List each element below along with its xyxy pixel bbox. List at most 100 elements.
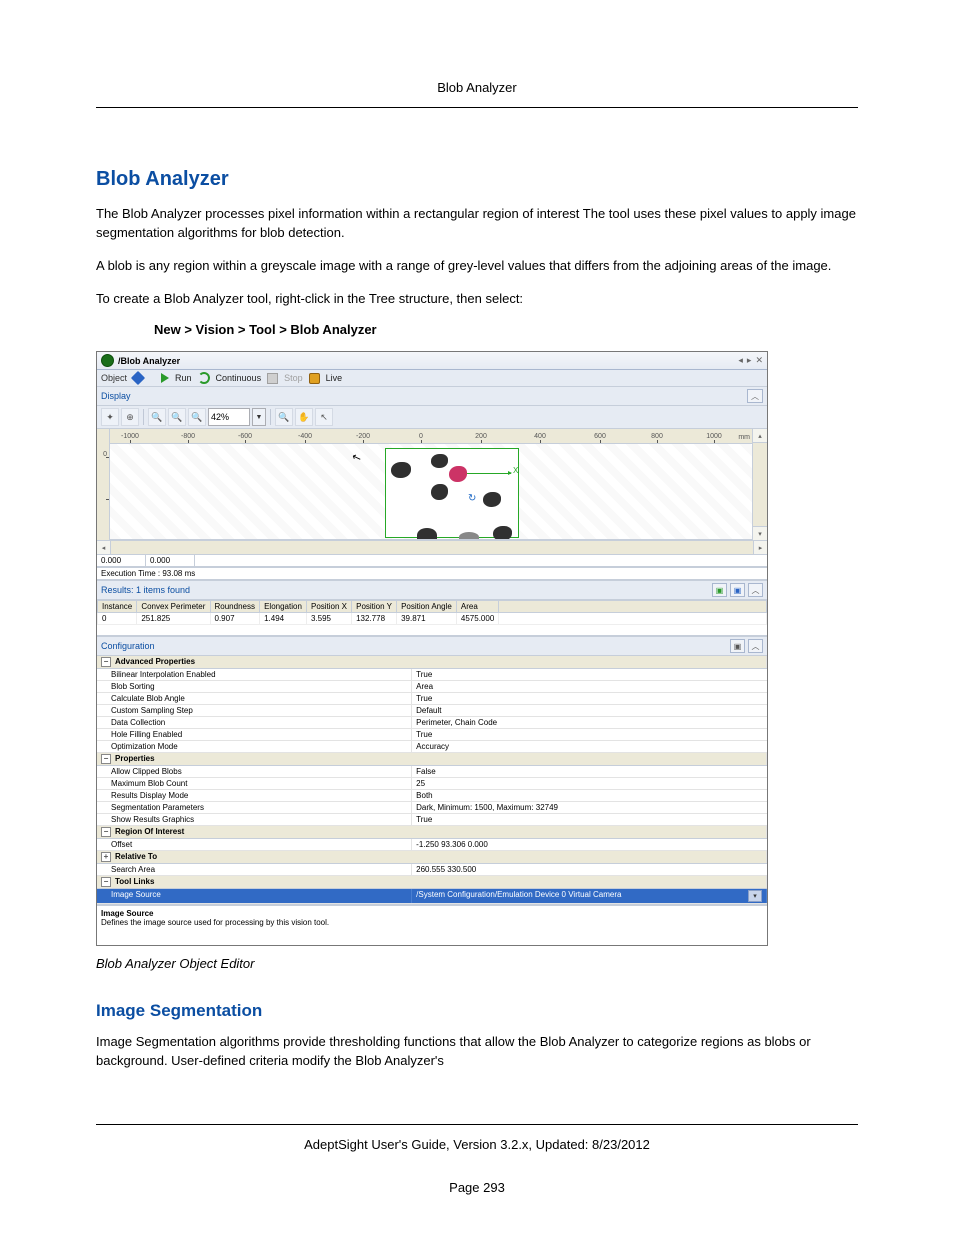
vertical-scrollbar[interactable]: ▴ ▾ — [752, 429, 767, 540]
property-row[interactable]: Custom Sampling StepDefault — [97, 705, 767, 717]
property-row[interactable]: Blob SortingArea — [97, 681, 767, 693]
category-row[interactable]: −Region Of Interest — [97, 826, 767, 839]
zoom-fit-icon[interactable]: 🔍 — [275, 408, 293, 426]
ruler-tick-label: 0 — [419, 433, 423, 440]
category-row[interactable]: −Advanced Properties — [97, 656, 767, 669]
object-label: Object — [101, 373, 127, 383]
heading-blob-analyzer: Blob Analyzer — [96, 168, 858, 191]
dropdown-icon[interactable]: ▾ — [748, 890, 762, 902]
zoom-dropdown-icon[interactable]: ▼ — [252, 408, 266, 426]
refresh-icon[interactable] — [198, 372, 210, 384]
scroll-right-icon[interactable]: ▸ — [753, 541, 767, 554]
stop-icon[interactable] — [267, 373, 278, 384]
ruler-vertical: 0 — [97, 429, 110, 540]
collapse-icon[interactable]: − — [101, 657, 111, 667]
collapse-icon[interactable]: − — [101, 827, 111, 837]
property-row[interactable]: Allow Clipped BlobsFalse — [97, 766, 767, 778]
column-header[interactable]: Position Angle — [397, 601, 457, 613]
image-viewport[interactable]: ↖ X ↻ — [110, 444, 752, 540]
image-region: X ↻ — [385, 448, 519, 538]
cursor-icon: ↖ — [350, 450, 363, 465]
category-row[interactable]: −Tool Links — [97, 876, 767, 889]
ruler-tick-label: 200 — [475, 433, 487, 440]
property-row[interactable]: Offset-1.250 93.306 0.000 — [97, 839, 767, 851]
continuous-button[interactable]: Continuous — [216, 373, 262, 383]
property-row[interactable]: Segmentation ParametersDark, Minimum: 15… — [97, 802, 767, 814]
close-icon[interactable]: ✕ — [755, 355, 763, 366]
results-section-header[interactable]: Results: 1 items found ▣ ▣ ︿ — [97, 580, 767, 600]
property-row[interactable]: Maximum Blob Count25 — [97, 778, 767, 790]
results-row[interactable]: 0 251.825 0.907 1.494 3.595 132.778 39.8… — [98, 613, 767, 625]
tool-button[interactable]: ⊕ — [121, 408, 139, 426]
chevron-up-icon[interactable]: ︿ — [748, 639, 763, 653]
zoom-input[interactable]: 42% — [208, 408, 250, 426]
stop-button[interactable]: Stop — [284, 373, 303, 383]
cell: 1.494 — [260, 613, 307, 625]
live-button[interactable]: Live — [326, 373, 343, 383]
segmentation-paragraph: Image Segmentation algorithms provide th… — [96, 1033, 858, 1071]
property-row-selected[interactable]: Image Source /System Configuration/Emula… — [97, 889, 767, 904]
status-bar: 0.000 0.000 — [97, 555, 767, 568]
scroll-down-icon[interactable]: ▾ — [753, 526, 767, 540]
collapse-icon[interactable]: − — [101, 877, 111, 887]
scroll-left-icon[interactable]: ◂ — [97, 541, 111, 554]
intro-paragraph-2: A blob is any region within a greyscale … — [96, 257, 858, 276]
column-header[interactable]: Roundness — [210, 601, 260, 613]
tool-button[interactable]: ✦ — [101, 408, 119, 426]
object-icon[interactable] — [131, 371, 145, 385]
intro-paragraph-1: The Blob Analyzer processes pixel inform… — [96, 205, 858, 243]
app-icon — [101, 354, 114, 367]
zoom-out-icon[interactable]: 🔍 — [168, 408, 186, 426]
column-header[interactable]: Elongation — [260, 601, 307, 613]
collapse-icon[interactable]: − — [101, 754, 111, 764]
hand-icon[interactable]: ✋ — [295, 408, 313, 426]
configuration-label: Configuration — [101, 641, 155, 651]
column-header[interactable]: Instance — [98, 601, 137, 613]
window-title: /Blob Analyzer — [118, 356, 180, 366]
category-row[interactable]: −Properties — [97, 753, 767, 766]
footer-page-number: Page 293 — [96, 1180, 858, 1195]
ruler-tick-label: -200 — [356, 433, 370, 440]
play-icon[interactable] — [161, 373, 169, 383]
property-row[interactable]: Calculate Blob AngleTrue — [97, 693, 767, 705]
results-icon[interactable]: ▣ — [712, 583, 727, 597]
column-header[interactable]: Position Y — [352, 601, 397, 613]
column-header[interactable]: Position X — [306, 601, 351, 613]
zoom-icon[interactable]: 🔍 — [188, 408, 206, 426]
results-header-row: Instance Convex Perimeter Roundness Elon… — [98, 601, 767, 613]
config-icon[interactable]: ▣ — [730, 639, 745, 653]
category-row[interactable]: +Relative To — [97, 851, 767, 864]
cell: 0 — [98, 613, 137, 625]
chevron-up-icon[interactable]: ︿ — [747, 389, 763, 403]
cell: 3.595 — [306, 613, 351, 625]
pointer-icon[interactable]: ↖ — [315, 408, 333, 426]
display-link[interactable]: Display — [101, 391, 131, 401]
horizontal-scrollbar[interactable]: ◂ ▸ — [97, 540, 767, 555]
property-row[interactable]: Optimization ModeAccuracy — [97, 741, 767, 753]
property-row[interactable]: Hole Filling EnabledTrue — [97, 729, 767, 741]
property-row[interactable]: Data CollectionPerimeter, Chain Code — [97, 717, 767, 729]
scroll-up-icon[interactable]: ▴ — [753, 429, 767, 443]
nav-fwd-icon[interactable]: ▸ — [747, 355, 752, 366]
intro-paragraph-3: To create a Blob Analyzer tool, right-cl… — [96, 290, 858, 309]
expand-icon[interactable]: + — [101, 852, 111, 862]
live-icon[interactable] — [309, 373, 320, 384]
run-button[interactable]: Run — [175, 373, 192, 383]
property-description: Image Source Defines the image source us… — [97, 904, 767, 945]
page-header-title: Blob Analyzer — [437, 80, 517, 95]
configuration-section-header[interactable]: Configuration ▣ ︿ — [97, 636, 767, 656]
display-section-header[interactable]: Display ︿ — [97, 387, 767, 406]
column-header[interactable]: Convex Perimeter — [137, 601, 210, 613]
ruler-tick-label: 1000 — [706, 433, 722, 440]
column-header[interactable]: Area — [456, 601, 499, 613]
property-row[interactable]: Bilinear Interpolation EnabledTrue — [97, 669, 767, 681]
property-row[interactable]: Results Display ModeBoth — [97, 790, 767, 802]
blob-shape — [493, 526, 512, 540]
zoom-in-icon[interactable]: 🔍 — [148, 408, 166, 426]
property-row[interactable]: Show Results GraphicsTrue — [97, 814, 767, 826]
results-icon[interactable]: ▣ — [730, 583, 745, 597]
property-row[interactable]: Search Area260.555 330.500 — [97, 864, 767, 876]
ruler-tick-label: 400 — [534, 433, 546, 440]
nav-back-icon[interactable]: ◂ — [738, 355, 743, 366]
chevron-up-icon[interactable]: ︿ — [748, 583, 763, 597]
